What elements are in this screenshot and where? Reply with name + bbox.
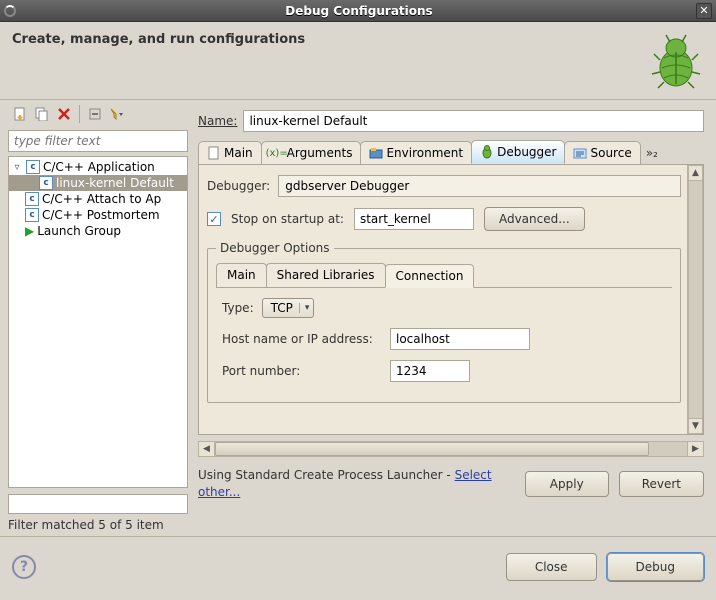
port-label: Port number: <box>222 364 382 378</box>
environment-icon <box>369 146 383 160</box>
launcher-text: Using Standard Create Process Launcher -… <box>198 467 515 501</box>
help-button[interactable]: ? <box>12 555 36 579</box>
stop-on-startup-checkbox[interactable]: ✓ <box>207 212 221 226</box>
tab-label: Arguments <box>287 146 353 160</box>
collapse-all-button[interactable] <box>85 104 105 124</box>
header-title: Create, manage, and run configurations <box>12 32 704 47</box>
debugger-value: gdbserver Debugger <box>278 175 681 197</box>
scroll-up-button[interactable]: ▲ <box>688 165 703 181</box>
tab-content: Debugger: gdbserver Debugger ✓ Stop on s… <box>198 165 704 435</box>
advanced-button[interactable]: Advanced... <box>484 207 585 231</box>
name-label: Name: <box>198 114 237 128</box>
duplicate-config-button[interactable] <box>32 104 52 124</box>
config-tree[interactable]: ▿ c C/C++ Application c linux-kernel Def… <box>8 156 188 488</box>
stop-on-startup-input[interactable] <box>354 208 474 230</box>
tab-label: Debugger <box>497 145 556 159</box>
toolbar-separator <box>79 105 80 123</box>
config-name-input[interactable] <box>243 110 704 132</box>
play-icon: ▶ <box>25 224 34 238</box>
debug-button[interactable]: Debug <box>607 553 704 581</box>
debugger-options-legend: Debugger Options <box>216 241 334 255</box>
tree-item-selected[interactable]: c linux-kernel Default <box>9 175 187 191</box>
collapse-icon[interactable]: ▿ <box>11 162 23 173</box>
tab-environment[interactable]: Environment <box>360 141 472 164</box>
right-panel: Name: Main (x)= Arguments Environment De… <box>188 100 708 532</box>
type-label: Type: <box>222 301 254 315</box>
status-scroll <box>8 494 188 514</box>
tab-label: Main <box>224 146 253 160</box>
spinner-icon <box>4 5 16 17</box>
config-toolbar <box>8 100 188 128</box>
tree-label: C/C++ Postmortem <box>42 208 160 222</box>
scroll-thumb[interactable] <box>215 442 649 456</box>
new-config-button[interactable] <box>10 104 30 124</box>
bug-small-icon <box>480 145 494 159</box>
stop-on-startup-label: Stop on startup at: <box>231 212 344 226</box>
tabs-overflow-button[interactable]: »₂ <box>640 142 664 164</box>
tree-label: C/C++ Application <box>43 160 155 174</box>
subtab-main[interactable]: Main <box>216 263 267 287</box>
window-close-button[interactable]: ✕ <box>696 3 712 19</box>
horizontal-scrollbar[interactable]: ◀ ▶ <box>198 441 704 457</box>
scroll-track[interactable] <box>215 442 687 456</box>
tree-item[interactable]: ▶ Launch Group <box>9 223 187 239</box>
close-button[interactable]: Close <box>506 553 597 581</box>
host-input[interactable] <box>390 328 530 350</box>
window-titlebar: Debug Configurations ✕ <box>0 0 716 22</box>
bug-icon <box>646 30 706 90</box>
tree-label: C/C++ Attach to Ap <box>42 192 161 206</box>
scroll-down-button[interactable]: ▼ <box>688 418 703 434</box>
tab-label: Environment <box>386 146 463 160</box>
c-app-icon: c <box>26 160 40 174</box>
delete-config-button[interactable] <box>54 104 74 124</box>
type-value: TCP <box>271 301 293 315</box>
port-input[interactable] <box>390 360 470 382</box>
tree-label: Launch Group <box>37 224 121 238</box>
tab-arguments[interactable]: (x)= Arguments <box>261 141 362 164</box>
c-app-icon: c <box>25 208 39 222</box>
tree-label: linux-kernel Default <box>56 176 174 190</box>
left-panel: ▿ c C/C++ Application c linux-kernel Def… <box>8 100 188 532</box>
filter-menu-button[interactable] <box>107 104 127 124</box>
dialog-header: Create, manage, and run configurations <box>0 22 716 100</box>
subtab-bar: Main Shared Libraries Connection <box>216 263 672 288</box>
vertical-scrollbar[interactable]: ▲ ▼ <box>687 165 703 434</box>
debugger-label: Debugger: <box>207 179 270 193</box>
dialog-footer: ? Close Debug <box>0 536 716 596</box>
tab-debugger[interactable]: Debugger <box>471 140 565 164</box>
apply-button[interactable]: Apply <box>525 471 609 497</box>
filter-input[interactable] <box>8 130 188 152</box>
document-icon <box>207 146 221 160</box>
filter-status: Filter matched 5 of 5 item <box>8 518 188 532</box>
type-select[interactable]: TCP ▾ <box>262 298 315 318</box>
source-icon <box>573 146 587 160</box>
tab-source[interactable]: Source <box>564 141 640 164</box>
window-title: Debug Configurations <box>22 4 696 18</box>
tab-main[interactable]: Main <box>198 141 262 164</box>
c-app-icon: c <box>39 176 53 190</box>
scroll-track[interactable] <box>688 181 703 418</box>
tree-category[interactable]: ▿ c C/C++ Application <box>9 159 187 175</box>
chevron-down-icon: ▾ <box>299 303 310 313</box>
c-app-icon: c <box>25 192 39 206</box>
revert-button[interactable]: Revert <box>619 471 704 497</box>
arguments-icon: (x)= <box>270 146 284 160</box>
debugger-options-group: Debugger Options Main Shared Libraries C… <box>207 241 681 403</box>
subtab-connection[interactable]: Connection <box>385 264 475 288</box>
scroll-left-button[interactable]: ◀ <box>199 442 215 456</box>
host-label: Host name or IP address: <box>222 332 382 346</box>
tree-item[interactable]: c C/C++ Postmortem <box>9 207 187 223</box>
tab-label: Source <box>590 146 631 160</box>
tree-item[interactable]: c C/C++ Attach to Ap <box>9 191 187 207</box>
subtab-shared-libraries[interactable]: Shared Libraries <box>266 263 386 287</box>
tab-bar: Main (x)= Arguments Environment Debugger… <box>198 140 704 165</box>
scroll-right-button[interactable]: ▶ <box>687 442 703 456</box>
